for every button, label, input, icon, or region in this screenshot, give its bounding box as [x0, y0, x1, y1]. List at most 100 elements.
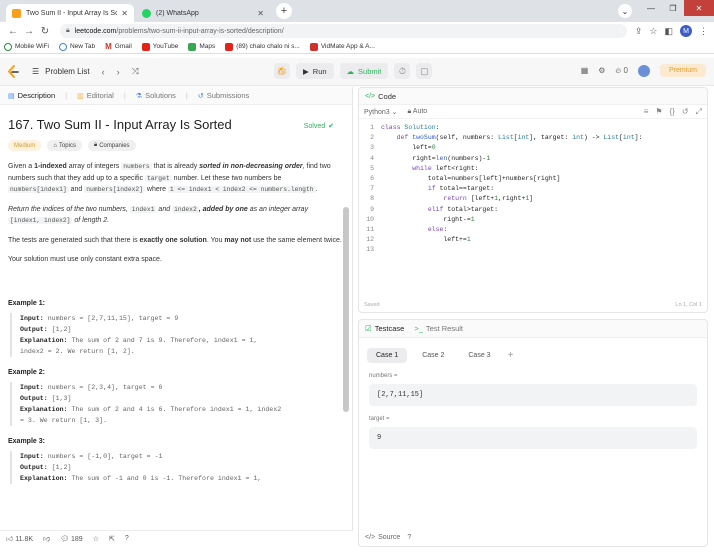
shuffle-icon[interactable]: ⤨ — [132, 66, 139, 77]
tab-description[interactable]: ▤ Description — [8, 91, 55, 100]
bookmark-item[interactable]: Mobile WiFi — [4, 42, 49, 51]
example-heading: Example 2: — [8, 368, 45, 376]
problem-list-nav: ☰ Problem List ‹ › ⤨ — [32, 66, 139, 77]
tab-test-result[interactable]: >_ Test Result — [414, 324, 463, 333]
solved-badge: Solved ✔ — [304, 122, 334, 131]
profile-avatar[interactable]: M — [680, 25, 692, 37]
prev-problem-icon[interactable]: ‹ — [102, 67, 105, 77]
like-button[interactable]: 👍︎ 11.8K — [6, 534, 33, 543]
problem-content: 167. Two Sum II - Input Array Is Sorted … — [0, 105, 352, 484]
code-brackets-icon: </> — [365, 534, 376, 541]
left-tab-bar: ▤ Description | ▥ Editorial | ⚗ Solutions |… — [0, 87, 352, 105]
code-line: 5 while left<right: — [370, 164, 479, 172]
streak-counter[interactable]: 🔥︎ 0 — [615, 66, 628, 76]
submit-label: Submit — [358, 66, 382, 76]
tab-editorial[interactable]: ▥ Editorial — [77, 91, 114, 100]
tab-solutions[interactable]: ⚗ Solutions — [136, 91, 176, 100]
bookmark-item[interactable]: (89) chalo chalo ni s... — [225, 42, 300, 51]
submit-button[interactable]: ☁ Submit — [339, 63, 389, 79]
url-path: /problems/two-sum-ii-input-array-is-sort… — [116, 27, 284, 35]
next-problem-icon[interactable]: › — [117, 67, 120, 77]
bookmark-item[interactable]: YouTube — [141, 42, 179, 51]
debug-icon[interactable]: 🐞︎ — [274, 63, 290, 79]
bookmark-item[interactable]: New Tab — [58, 42, 95, 51]
premium-button[interactable]: Premium — [659, 64, 706, 77]
saved-status: Saved — [364, 302, 380, 308]
bookmark-icon[interactable]: ⚑ — [655, 107, 662, 117]
case-tab-1[interactable]: Case 1 — [367, 348, 408, 363]
help-icon[interactable]: ? — [125, 535, 129, 542]
close-tab-icon[interactable]: ✕ — [257, 9, 264, 18]
close-window-button[interactable]: ✕ — [684, 0, 714, 16]
bookmark-label: YouTube — [152, 43, 179, 50]
url-field[interactable]: 🔒︎ leetcode.com /problems/two-sum-ii-inp… — [60, 24, 627, 38]
browser-tab-whatsapp[interactable]: (2) WhatsApp ✕ — [136, 4, 270, 22]
dislike-icon[interactable]: 👎︎ — [43, 534, 50, 543]
auto-complete-toggle[interactable]: 🔒︎ Auto — [408, 108, 428, 116]
code-line: 12 left+=1 — [366, 236, 471, 244]
format-icon[interactable]: ≡ — [644, 107, 649, 117]
minimize-button[interactable]: — — [640, 0, 662, 16]
forward-arrow-icon[interactable]: → — [22, 26, 36, 37]
tab-search-chevron-icon[interactable]: ⌄ — [618, 4, 632, 18]
back-arrow-icon[interactable]: ← — [6, 26, 20, 37]
tab-submissions[interactable]: ↺ Submissions — [198, 91, 249, 100]
tab-divider: | — [185, 91, 188, 100]
comments-button[interactable]: 💬︎ 189 — [60, 535, 83, 543]
tab-label: Description — [17, 91, 56, 100]
language-select[interactable]: Python3 ⌄ — [364, 108, 398, 116]
globe-icon — [58, 42, 67, 51]
bookmark-item[interactable]: M Gmail — [105, 42, 132, 51]
companies-tag[interactable]: 🔒︎ Companies — [87, 140, 136, 151]
tab-testcase[interactable]: ☑ Testcase — [365, 324, 404, 333]
fullscreen-icon[interactable]: ⤢ — [696, 107, 702, 117]
problem-list-button[interactable]: Problem List — [45, 67, 89, 76]
case-tab-3[interactable]: Case 3 — [459, 348, 499, 363]
run-submit-group: 🐞︎ ▶ Run ☁ Submit ⏱ ▢ — [274, 63, 433, 79]
browser-tab-leetcode[interactable]: Two Sum II - Input Array Is Sorte ✕ — [6, 4, 134, 22]
tab-divider: | — [123, 91, 126, 100]
code-line: 8 return [left+1,right+1] — [370, 195, 534, 203]
problem-description: Given a 1-indexed array of integers numb… — [8, 161, 342, 266]
bookmark-item[interactable]: VidMate App & A... — [309, 42, 375, 51]
target-input[interactable]: 9 — [369, 427, 697, 449]
close-tab-icon[interactable]: ✕ — [121, 9, 128, 18]
add-case-button[interactable]: + — [508, 350, 514, 361]
maximize-button[interactable]: ❐ — [662, 0, 684, 16]
reload-icon[interactable]: ↻ — [38, 26, 52, 37]
layout-grid-icon[interactable]: ▦ — [581, 66, 589, 75]
run-button[interactable]: ▶ Run — [296, 63, 334, 79]
bookmark-star-icon[interactable]: ☆ — [649, 26, 657, 37]
companies-label: Companies — [99, 142, 130, 149]
problem-title[interactable]: 167. Two Sum II - Input Array Is Sorted — [8, 117, 342, 132]
settings-gear-icon[interactable]: ⚙ — [598, 66, 605, 75]
reset-icon[interactable]: ↺ — [682, 107, 689, 117]
description-scrollbar[interactable] — [343, 207, 349, 412]
topics-tag[interactable]: ⌂ Topics — [47, 140, 82, 151]
code-line: 13 — [366, 246, 374, 254]
leetcode-logo-icon[interactable] — [6, 65, 20, 79]
checkbox-icon: ☑ — [365, 324, 372, 333]
favorite-star-icon[interactable]: ☆ — [93, 535, 99, 543]
bookmark-label: VidMate App & A... — [320, 43, 375, 50]
source-button[interactable]: Source — [378, 534, 400, 541]
description-panel: ▤ Description | ▥ Editorial | ⚗ Solutions |… — [0, 87, 353, 530]
menu-kebab-icon[interactable]: ⋮ — [699, 26, 708, 37]
share-icon[interactable]: ⇱ — [109, 535, 115, 543]
terminal-icon: >_ — [414, 324, 423, 333]
lock-icon: 🔒︎ — [66, 27, 70, 34]
share-icon[interactable]: ⇪ — [635, 26, 643, 37]
timer-icon[interactable]: ⏱ — [394, 63, 411, 79]
brackets-icon[interactable]: {} — [670, 107, 675, 117]
new-tab-button[interactable]: + — [276, 3, 292, 19]
user-avatar[interactable] — [637, 64, 650, 77]
code-editor[interactable]: 1 class Solution: 2 def twoSum(self, numb… — [359, 119, 707, 256]
help-icon[interactable]: ? — [407, 534, 411, 541]
code-panel-title: Code — [378, 91, 397, 101]
notes-icon[interactable]: ▢ — [416, 63, 433, 79]
sidepanel-icon[interactable]: ◧ — [664, 26, 673, 37]
case-tab-2[interactable]: Case 2 — [413, 348, 453, 363]
bookmark-item[interactable]: Maps — [188, 42, 215, 51]
tab-divider: | — [65, 91, 68, 100]
numbers-input[interactable]: [2,7,11,15] — [369, 384, 697, 406]
